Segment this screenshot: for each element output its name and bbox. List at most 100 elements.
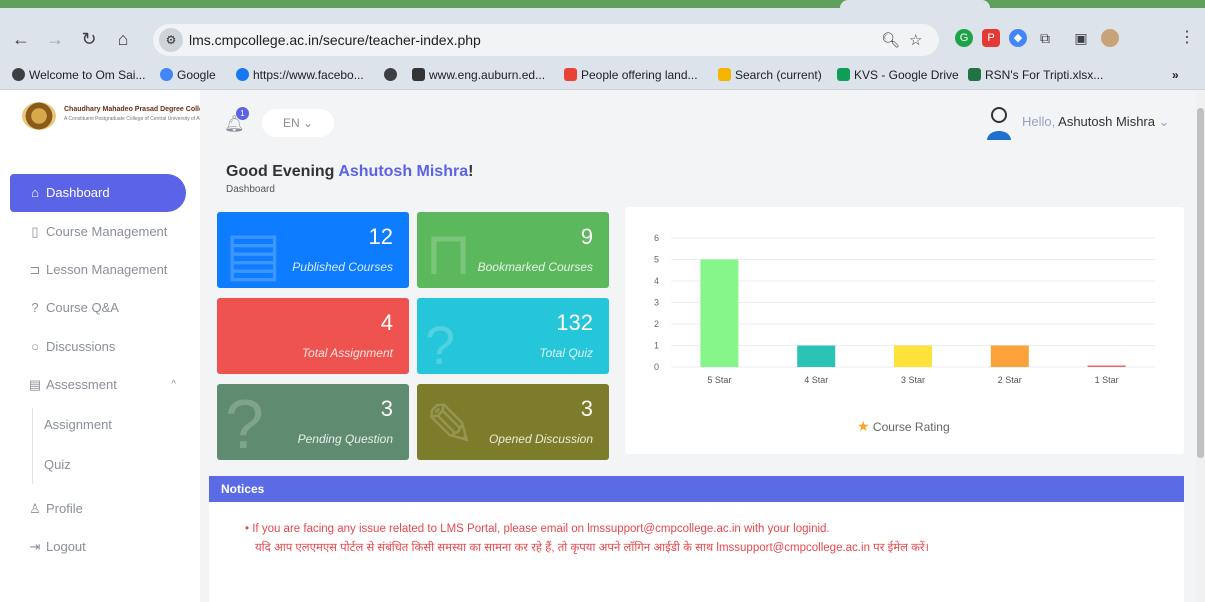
chart-bar xyxy=(797,345,836,367)
x-tick-label: 3 Star xyxy=(901,375,925,385)
profile-avatar[interactable] xyxy=(1101,29,1119,47)
bookmark-item[interactable]: RSN's For Tripti.xlsx... xyxy=(968,68,1103,82)
y-tick-label: 1 xyxy=(654,341,659,351)
sidebar-item-quiz[interactable]: Quiz xyxy=(44,457,71,472)
submenu-line xyxy=(32,408,33,484)
stat-card-total-assignment[interactable]: 4 Total Assignment xyxy=(217,298,409,374)
stat-card-total-quiz[interactable]: ? 132 Total Quiz xyxy=(417,298,609,374)
x-tick-label: 1 Star xyxy=(1095,375,1119,385)
document-icon: ▤ xyxy=(28,377,42,392)
x-tick-label: 2 Star xyxy=(998,375,1022,385)
chevron-up-icon: ^ xyxy=(171,379,176,390)
site-settings-icon[interactable]: ⚙ xyxy=(159,28,183,52)
sidebar: Chaudhary Mahadeo Prasad Degree College … xyxy=(0,90,219,602)
home-icon[interactable]: ⌂ xyxy=(112,28,134,50)
bookmark-item[interactable]: Search (current) xyxy=(718,68,822,82)
user-menu[interactable]: Hello, Ashutosh Mishra ⌄ xyxy=(1022,114,1170,130)
chart-bar xyxy=(894,345,932,367)
bookmark-star-icon[interactable]: ☆ xyxy=(909,31,922,49)
question-icon: ? xyxy=(31,300,39,315)
stat-value: 12 xyxy=(368,224,393,249)
breadcrumb: Dashboard xyxy=(226,184,275,195)
stat-value: 9 xyxy=(580,224,593,249)
sidebar-item-assessment[interactable]: ▤ Assessment ^ xyxy=(10,366,186,404)
stat-label: Total Assignment xyxy=(301,346,393,360)
stat-value: 3 xyxy=(380,396,393,421)
college-logo[interactable]: Chaudhary Mahadeo Prasad Degree College … xyxy=(22,102,219,130)
logout-icon: ⇥ xyxy=(29,539,41,554)
x-tick-label: 5 Star xyxy=(707,375,731,385)
bookmark-item[interactable]: www.eng.auburn.ed... xyxy=(412,68,545,82)
browser-tab-strip xyxy=(0,0,1205,8)
college-emblem-icon xyxy=(22,102,56,130)
forward-icon[interactable]: → xyxy=(44,28,66,50)
stat-label: Bookmarked Courses xyxy=(477,260,593,274)
more-bookmarks-icon[interactable]: » xyxy=(1172,68,1179,82)
user-name: Ashutosh Mishra xyxy=(1058,114,1155,129)
course-rating-chart: 0 1 2 3 4 5 6 5 Star 4 Star 3 Star 2 Star 1 Star ★ … xyxy=(625,207,1184,454)
notices-title: Notices xyxy=(209,476,1184,502)
bookmark-item[interactable]: People offering land... xyxy=(564,68,698,82)
top-header: 🔔︎ 1 EN ⌄ Hello, Ashutosh Mishra ⌄ xyxy=(200,90,1196,152)
stat-card-pending-question[interactable]: ? 3 Pending Question xyxy=(217,384,409,460)
sidebar-item-logout[interactable]: ⇥ Logout xyxy=(10,528,186,566)
sidebar-item-profile[interactable]: ♙ Profile xyxy=(10,490,186,528)
stat-card-bookmarked-courses[interactable]: ⊓ 9 Bookmarked Courses xyxy=(417,212,609,288)
notices-panel: Notices • If you are facing any issue re… xyxy=(209,476,1184,602)
chart-bar xyxy=(1087,365,1126,367)
stat-value: 132 xyxy=(556,310,593,335)
book-icon: ▯ xyxy=(31,224,39,239)
question-icon: ? xyxy=(225,385,264,460)
sidebar-item-discussions[interactable]: ○ Discussions xyxy=(10,328,186,366)
sidebar-item-assignment[interactable]: Assignment xyxy=(44,417,112,432)
bookmarks-bar: Welcome to Om Sai... Google https://www.… xyxy=(0,62,1205,90)
stat-card-published-courses[interactable]: ▤ 12 Published Courses xyxy=(217,212,409,288)
bookmark-icon: ⊓ xyxy=(425,220,472,287)
stat-value: 3 xyxy=(580,396,593,421)
stat-value: 4 xyxy=(380,310,393,335)
chart-legend[interactable]: ★ Course Rating xyxy=(857,418,950,435)
browser-tab[interactable] xyxy=(840,0,990,8)
stat-label: Published Courses xyxy=(292,260,393,274)
extension-icon-2[interactable]: ◆ xyxy=(1009,29,1027,47)
bookmark-item[interactable]: https://www.facebo... xyxy=(236,68,364,82)
chart-canvas: 0 1 2 3 4 5 6 5 Star 4 Star 3 Star 2 Star 1 Star xyxy=(654,233,1155,385)
logo-subtitle: A Constituent Postgraduate College of Ce… xyxy=(64,116,219,122)
chart-bar xyxy=(700,259,739,367)
stat-label: Opened Discussion xyxy=(488,432,593,446)
user-avatar-icon[interactable] xyxy=(986,106,1012,140)
side-panel-icon[interactable]: ▣ xyxy=(1072,29,1090,47)
address-bar[interactable]: ⚙ lms.cmpcollege.ac.in/secure/teacher-in… xyxy=(153,24,939,56)
scrollbar-thumb[interactable] xyxy=(1197,108,1204,458)
sidebar-item-course-management[interactable]: ▯ Course Management xyxy=(10,213,186,251)
y-tick-label: 6 xyxy=(654,233,659,243)
bookmark-item[interactable]: Welcome to Om Sai... xyxy=(12,68,145,82)
edit-icon: ✎ xyxy=(425,392,476,459)
star-icon: ★ xyxy=(857,418,870,434)
extension-icon[interactable]: P xyxy=(982,29,1000,47)
sidebar-item-dashboard[interactable]: ⌂ Dashboard xyxy=(10,174,186,212)
back-icon[interactable]: ← xyxy=(10,28,32,50)
zoom-icon[interactable]: 🔍︎ xyxy=(881,31,900,49)
bookmark-item[interactable]: KVS - Google Drive xyxy=(837,68,959,82)
menu-kebab-icon[interactable]: ⋮ xyxy=(1178,29,1196,47)
address-url[interactable]: lms.cmpcollege.ac.in/secure/teacher-inde… xyxy=(189,32,481,48)
stat-card-opened-discussion[interactable]: ✎ 3 Opened Discussion xyxy=(417,384,609,460)
bookmark-item[interactable] xyxy=(384,68,401,82)
y-tick-label: 5 xyxy=(654,255,659,265)
stat-label: Total Quiz xyxy=(539,346,593,360)
extensions-puzzle-icon[interactable]: ⧉ xyxy=(1036,29,1054,47)
browser-toolbar: ← → ↻ ⌂ ⚙ lms.cmpcollege.ac.in/secure/te… xyxy=(0,8,1205,62)
sidebar-item-course-qa[interactable]: ? Course Q&A xyxy=(10,289,186,327)
reload-icon[interactable]: ↻ xyxy=(78,28,100,50)
home-icon: ⌂ xyxy=(31,185,39,200)
notice-item: • If you are facing any issue related to… xyxy=(245,523,830,535)
grammarly-icon[interactable]: G xyxy=(955,29,973,47)
sidebar-item-lesson-management[interactable]: ⊐ Lesson Management xyxy=(10,251,186,289)
y-tick-label: 4 xyxy=(654,276,659,286)
bookmark-item[interactable]: Google xyxy=(160,68,216,82)
book-icon: ▤ xyxy=(225,220,282,287)
y-tick-label: 3 xyxy=(654,298,659,308)
stat-label: Pending Question xyxy=(297,432,393,446)
language-select[interactable]: EN ⌄ xyxy=(262,109,334,137)
